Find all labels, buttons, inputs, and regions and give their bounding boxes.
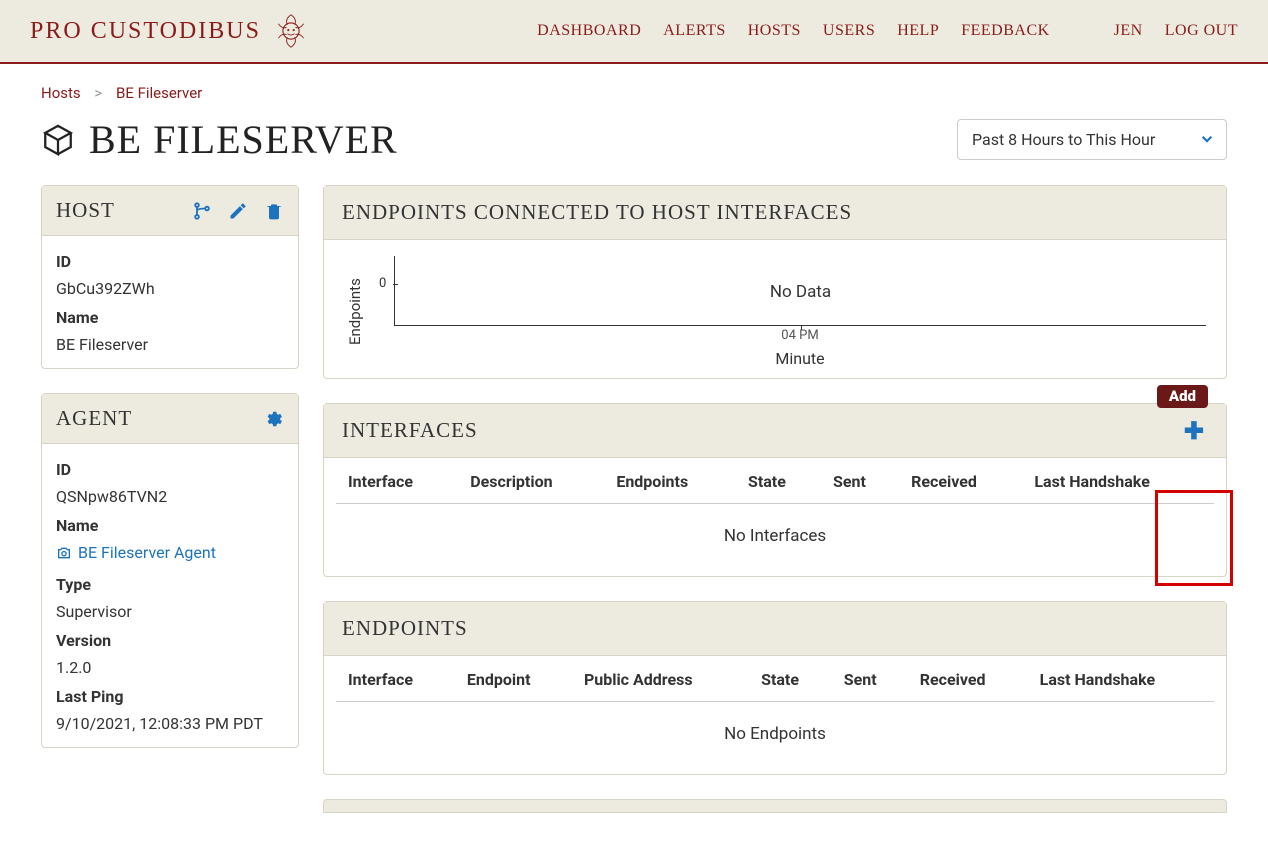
col-sent: Sent [821,458,899,504]
agent-name-link[interactable]: BE Fileserver Agent [56,543,216,562]
interfaces-title: INTERFACES [342,418,478,443]
nav-feedback[interactable]: FEEDBACK [961,22,1049,40]
agent-lastping-label: Last Ping [56,687,284,706]
agent-lastping-value: 9/10/2021, 12:08:33 PM PDT [56,714,284,733]
breadcrumb-separator: > [84,84,112,102]
col-description: Description [458,458,604,504]
agent-type-label: Type [56,575,284,594]
agent-version-label: Version [56,631,284,650]
ecol-received: Received [908,656,1028,702]
agent-version-value: 1.2.0 [56,658,284,677]
brand-text: PRO CUSTODIBUS [30,18,261,45]
host-name-value: BE Fileserver [56,335,284,354]
nav-alerts[interactable]: ALERTS [663,22,725,40]
col-state: State [736,458,821,504]
col-endpoints: Endpoints [604,458,736,504]
interfaces-panel: INTERFACES ✚ Add Interface Description E… [323,403,1227,577]
nav-help[interactable]: HELP [897,22,939,40]
breadcrumb-current: BE Fileserver [116,84,202,102]
endpoints-table-panel: ENDPOINTS Interface Endpoint Public Addr… [323,601,1227,775]
page-title-text: BE FILESERVER [89,116,398,163]
nav-logout[interactable]: LOG OUT [1165,22,1238,40]
agent-card-title: AGENT [56,406,132,431]
brand[interactable]: PRO CUSTODIBUS [30,13,309,49]
next-panel-peek [323,799,1227,813]
interfaces-empty: No Interfaces [336,504,1214,568]
medusa-logo-icon [273,13,309,49]
ecol-sent: Sent [832,656,908,702]
host-card: HOST ID GbCu392ZWh Name BE Fileserver [41,185,299,369]
col-interface: Interface [336,458,458,504]
ecol-last-handshake: Last Handshake [1028,656,1214,702]
ecol-public-address: Public Address [572,656,749,702]
chart-ytick-0: 0 [379,276,386,291]
host-id-value: GbCu392ZWh [56,279,284,298]
gear-icon[interactable] [264,409,284,429]
chart-ylabel: Endpoints [344,256,366,368]
trash-icon[interactable] [264,201,284,221]
cube-icon [41,123,75,157]
host-card-title: HOST [56,198,115,223]
camera-icon [56,545,72,561]
ecol-state: State [749,656,832,702]
branch-icon[interactable] [192,201,212,221]
add-interface-button[interactable]: ✚ Add [1180,419,1208,443]
chart-plot: 0 No Data [394,256,1206,326]
page-title: BE FILESERVER [41,116,398,163]
chart-xlabel: Minute [394,349,1206,368]
add-tooltip: Add [1157,385,1208,408]
edit-icon[interactable] [228,201,248,221]
agent-name-label: Name [56,516,284,535]
nav-username[interactable]: JEN [1114,22,1143,40]
nav-users[interactable]: USERS [823,22,875,40]
endpoints-table-title: ENDPOINTS [342,616,468,641]
agent-id-value: QSNpw86TVN2 [56,487,284,506]
nav-hosts[interactable]: HOSTS [748,22,801,40]
endpoints-chart-panel: ENDPOINTS CONNECTED TO HOST INTERFACES E… [323,185,1227,379]
time-range-value: Past 8 Hours to This Hour [972,130,1155,149]
chart-no-data: No Data [770,282,831,302]
agent-id-label: ID [56,460,284,479]
endpoints-table: Interface Endpoint Public Address State … [336,656,1214,702]
col-received: Received [899,458,1022,504]
nav-dashboard[interactable]: DASHBOARD [537,22,641,40]
endpoints-empty: No Endpoints [336,702,1214,766]
col-last-handshake: Last Handshake [1022,458,1214,504]
ecol-endpoint: Endpoint [455,656,572,702]
endpoints-chart-title: ENDPOINTS CONNECTED TO HOST INTERFACES [342,200,852,225]
interfaces-table: Interface Description Endpoints State Se… [336,458,1214,504]
breadcrumb-root[interactable]: Hosts [41,84,81,102]
agent-card: AGENT ID QSNpw86TVN2 Name BE Fileserver … [41,393,299,748]
agent-type-value: Supervisor [56,602,284,621]
ecol-interface: Interface [336,656,455,702]
host-id-label: ID [56,252,284,271]
chart-xtick: 04 PM [394,328,1206,343]
agent-name-value: BE Fileserver Agent [78,543,216,562]
breadcrumb: Hosts > BE Fileserver [41,74,1227,116]
time-range-select[interactable]: Past 8 Hours to This Hour [957,119,1227,160]
chevron-down-icon [1200,130,1214,149]
host-name-label: Name [56,308,284,327]
plus-icon: ✚ [1184,417,1204,445]
